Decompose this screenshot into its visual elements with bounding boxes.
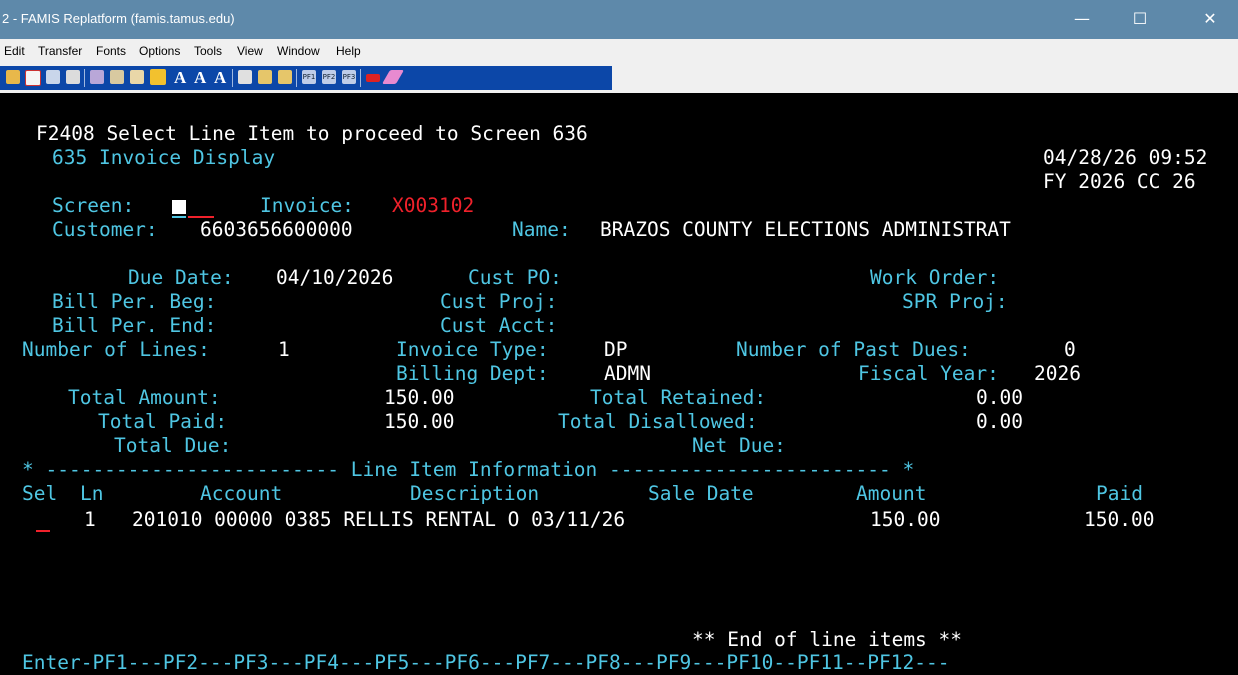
due-date-value: 04/10/2026 bbox=[276, 266, 394, 289]
name-label: Name: bbox=[512, 218, 571, 241]
bill-per-end-label: Bill Per. End: bbox=[52, 314, 217, 337]
pf3-icon[interactable]: PF3 bbox=[342, 70, 356, 84]
toolbar-separator bbox=[296, 69, 297, 87]
col-description: Description bbox=[410, 482, 540, 505]
number-of-lines-value: 1 bbox=[278, 338, 290, 361]
clear-icon[interactable] bbox=[381, 70, 405, 84]
past-dues-value: 0 bbox=[1064, 338, 1076, 361]
cust-acct-label: Cust Acct: bbox=[440, 314, 558, 337]
total-paid-value: 150.00 bbox=[384, 410, 455, 433]
invoice-type-value: DP bbox=[604, 338, 628, 361]
line-item-separator: * ------------------------- Line Item In… bbox=[22, 458, 915, 481]
bill-per-beg-label: Bill Per. Beg: bbox=[52, 290, 217, 313]
menu-help[interactable]: Help bbox=[336, 44, 361, 58]
net-due-label: Net Due: bbox=[692, 434, 786, 457]
pf2-icon[interactable]: PF2 bbox=[322, 70, 336, 84]
font-a-smaller-icon[interactable]: A bbox=[194, 68, 206, 88]
past-dues-label: Number of Past Dues: bbox=[736, 338, 971, 361]
col-amount: Amount bbox=[856, 482, 927, 505]
billing-dept-label: Billing Dept: bbox=[396, 362, 549, 385]
menu-transfer[interactable]: Transfer bbox=[38, 44, 82, 58]
toolbar: A A A PF1 PF2 PF3 bbox=[0, 63, 1238, 93]
new-session-icon[interactable] bbox=[6, 70, 20, 84]
pf-key-line[interactable]: Enter-PF1---PF2---PF3---PF4---PF5---PF6-… bbox=[22, 651, 949, 675]
send-file-icon[interactable] bbox=[258, 70, 272, 84]
total-disallowed-label: Total Disallowed: bbox=[558, 410, 758, 433]
total-amount-label: Total Amount: bbox=[68, 386, 221, 409]
receive-file-icon[interactable] bbox=[278, 70, 292, 84]
screen-input-cursor-line bbox=[172, 216, 186, 218]
font-a-icon[interactable]: A bbox=[174, 68, 186, 88]
screen-label: Screen: bbox=[52, 194, 135, 217]
col-sel: Sel bbox=[22, 482, 58, 505]
fiscal-year-cc: FY 2026 CC 26 bbox=[1043, 170, 1196, 193]
name-value: BRAZOS COUNTY ELECTIONS ADMINISTRAT bbox=[600, 218, 1011, 241]
billing-dept-value: ADMN bbox=[604, 362, 651, 385]
menu-fonts[interactable]: Fonts bbox=[96, 44, 126, 58]
customer-value: 6603656600000 bbox=[200, 218, 353, 241]
pf1-icon[interactable]: PF1 bbox=[302, 70, 316, 84]
setup-icon[interactable] bbox=[238, 70, 252, 84]
due-date-label: Due Date: bbox=[128, 266, 234, 289]
menu-view[interactable]: View bbox=[237, 44, 263, 58]
menu-edit[interactable]: Edit bbox=[4, 44, 25, 58]
invoice-value[interactable]: X003102 bbox=[392, 194, 474, 218]
window-title: 2 - FAMIS Replatform (famis.tamus.edu) bbox=[2, 11, 235, 26]
total-paid-label: Total Paid: bbox=[98, 410, 228, 433]
col-account: Account bbox=[200, 482, 283, 505]
line-select-input[interactable] bbox=[36, 530, 50, 532]
menu-bar: Edit Transfer Fonts Options Tools View W… bbox=[0, 39, 1238, 63]
properties-icon[interactable] bbox=[46, 70, 60, 84]
cut-icon[interactable] bbox=[90, 70, 104, 84]
col-ln: Ln bbox=[80, 482, 104, 505]
end-of-line-items: ** End of line items ** bbox=[692, 628, 963, 651]
line-amount: 150.00 bbox=[870, 508, 941, 531]
text-cursor bbox=[172, 200, 186, 214]
menu-tools[interactable]: Tools bbox=[194, 44, 222, 58]
toolbar-strip: A A A PF1 PF2 PF3 bbox=[0, 66, 612, 90]
close-button[interactable]: ✕ bbox=[1188, 6, 1232, 32]
toolbar-separator bbox=[360, 69, 361, 87]
fiscal-year-value: 2026 bbox=[1034, 362, 1081, 385]
transfer-icon[interactable] bbox=[150, 69, 166, 85]
menu-window[interactable]: Window bbox=[277, 44, 320, 58]
number-of-lines-label: Number of Lines: bbox=[22, 338, 210, 361]
line-paid: 150.00 bbox=[1084, 508, 1155, 531]
cust-proj-label: Cust Proj: bbox=[440, 290, 558, 313]
work-order-label: Work Order: bbox=[870, 266, 1000, 289]
toolbar-separator bbox=[84, 69, 85, 87]
minimize-button[interactable]: — bbox=[1060, 6, 1104, 32]
spr-proj-label: SPR Proj: bbox=[902, 290, 1008, 313]
menu-options[interactable]: Options bbox=[139, 44, 180, 58]
total-due-label: Total Due: bbox=[114, 434, 232, 457]
print-icon[interactable] bbox=[66, 70, 80, 84]
toolbar-separator bbox=[232, 69, 233, 87]
total-retained-value: 0.00 bbox=[976, 386, 1023, 409]
total-retained-label: Total Retained: bbox=[590, 386, 767, 409]
line-number: 1 bbox=[84, 508, 96, 531]
cust-po-label: Cust PO: bbox=[468, 266, 562, 289]
fiscal-year-label: Fiscal Year: bbox=[858, 362, 999, 385]
screen-title: 635 Invoice Display bbox=[52, 146, 276, 169]
open-icon[interactable] bbox=[25, 70, 41, 86]
customer-label: Customer: bbox=[52, 218, 158, 241]
paste-icon[interactable] bbox=[130, 70, 144, 84]
invoice-label: Invoice: bbox=[260, 194, 354, 217]
enter-icon[interactable] bbox=[366, 74, 380, 82]
copy-icon[interactable] bbox=[110, 70, 124, 84]
datetime: 04/28/26 09:52 bbox=[1043, 146, 1208, 169]
terminal-screen: F2408 Select Line Item to proceed to Scr… bbox=[0, 96, 1238, 675]
invoice-type-label: Invoice Type: bbox=[396, 338, 549, 361]
maximize-button[interactable]: ☐ bbox=[1118, 6, 1162, 32]
col-sale-date: Sale Date bbox=[648, 482, 754, 505]
total-disallowed-value: 0.00 bbox=[976, 410, 1023, 433]
col-paid: Paid bbox=[1096, 482, 1143, 505]
message-line: F2408 Select Line Item to proceed to Scr… bbox=[36, 122, 588, 145]
line-detail: 201010 00000 0385 RELLIS RENTAL O 03/11/… bbox=[132, 508, 626, 531]
total-amount-value: 150.00 bbox=[384, 386, 455, 409]
font-a-larger-icon[interactable]: A bbox=[214, 68, 226, 88]
window-titlebar: 2 - FAMIS Replatform (famis.tamus.edu) —… bbox=[0, 0, 1238, 39]
